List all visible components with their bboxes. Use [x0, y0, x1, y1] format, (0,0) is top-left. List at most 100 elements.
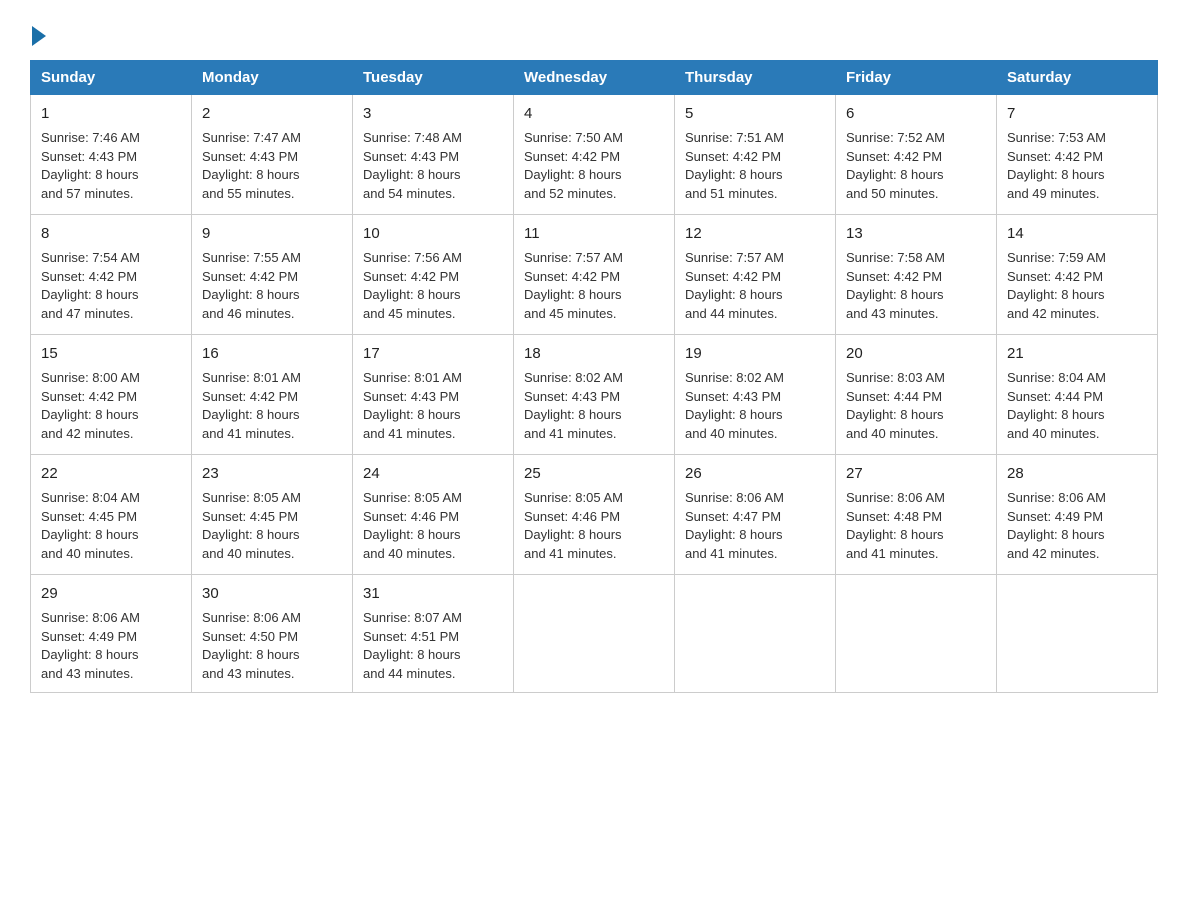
calendar-cell: 10 Sunrise: 7:56 AMSunset: 4:42 PMDaylig…	[353, 215, 514, 335]
calendar-cell: 4 Sunrise: 7:50 AMSunset: 4:42 PMDayligh…	[514, 95, 675, 215]
day-info: Sunrise: 8:02 AMSunset: 4:43 PMDaylight:…	[685, 369, 825, 444]
calendar-week-row: 15 Sunrise: 8:00 AMSunset: 4:42 PMDaylig…	[31, 335, 1158, 455]
day-info: Sunrise: 7:52 AMSunset: 4:42 PMDaylight:…	[846, 129, 986, 204]
day-number: 7	[1007, 103, 1147, 125]
calendar-cell: 21 Sunrise: 8:04 AMSunset: 4:44 PMDaylig…	[997, 335, 1158, 455]
day-number: 18	[524, 343, 664, 365]
day-number: 8	[41, 223, 181, 245]
day-info: Sunrise: 7:57 AMSunset: 4:42 PMDaylight:…	[685, 249, 825, 324]
calendar-cell: 28 Sunrise: 8:06 AMSunset: 4:49 PMDaylig…	[997, 455, 1158, 575]
calendar-cell: 30 Sunrise: 8:06 AMSunset: 4:50 PMDaylig…	[192, 575, 353, 693]
calendar-cell: 11 Sunrise: 7:57 AMSunset: 4:42 PMDaylig…	[514, 215, 675, 335]
calendar-cell: 20 Sunrise: 8:03 AMSunset: 4:44 PMDaylig…	[836, 335, 997, 455]
calendar-cell: 19 Sunrise: 8:02 AMSunset: 4:43 PMDaylig…	[675, 335, 836, 455]
day-number: 15	[41, 343, 181, 365]
day-number: 31	[363, 583, 503, 605]
calendar-cell: 15 Sunrise: 8:00 AMSunset: 4:42 PMDaylig…	[31, 335, 192, 455]
day-info: Sunrise: 8:05 AMSunset: 4:46 PMDaylight:…	[524, 489, 664, 564]
day-info: Sunrise: 7:51 AMSunset: 4:42 PMDaylight:…	[685, 129, 825, 204]
day-number: 23	[202, 463, 342, 485]
calendar-week-row: 1 Sunrise: 7:46 AMSunset: 4:43 PMDayligh…	[31, 95, 1158, 215]
day-number: 26	[685, 463, 825, 485]
day-info: Sunrise: 7:48 AMSunset: 4:43 PMDaylight:…	[363, 129, 503, 204]
day-info: Sunrise: 8:06 AMSunset: 4:48 PMDaylight:…	[846, 489, 986, 564]
day-number: 25	[524, 463, 664, 485]
calendar-cell	[836, 575, 997, 693]
day-info: Sunrise: 8:04 AMSunset: 4:44 PMDaylight:…	[1007, 369, 1147, 444]
day-number: 17	[363, 343, 503, 365]
calendar-cell: 27 Sunrise: 8:06 AMSunset: 4:48 PMDaylig…	[836, 455, 997, 575]
day-number: 24	[363, 463, 503, 485]
day-info: Sunrise: 7:57 AMSunset: 4:42 PMDaylight:…	[524, 249, 664, 324]
calendar-cell	[514, 575, 675, 693]
day-info: Sunrise: 7:58 AMSunset: 4:42 PMDaylight:…	[846, 249, 986, 324]
day-info: Sunrise: 8:01 AMSunset: 4:42 PMDaylight:…	[202, 369, 342, 444]
calendar-week-row: 29 Sunrise: 8:06 AMSunset: 4:49 PMDaylig…	[31, 575, 1158, 693]
calendar-cell: 12 Sunrise: 7:57 AMSunset: 4:42 PMDaylig…	[675, 215, 836, 335]
day-number: 28	[1007, 463, 1147, 485]
calendar-cell: 2 Sunrise: 7:47 AMSunset: 4:43 PMDayligh…	[192, 95, 353, 215]
day-number: 30	[202, 583, 342, 605]
day-number: 11	[524, 223, 664, 245]
day-info: Sunrise: 7:59 AMSunset: 4:42 PMDaylight:…	[1007, 249, 1147, 324]
calendar-cell: 17 Sunrise: 8:01 AMSunset: 4:43 PMDaylig…	[353, 335, 514, 455]
calendar-cell: 18 Sunrise: 8:02 AMSunset: 4:43 PMDaylig…	[514, 335, 675, 455]
day-info: Sunrise: 8:06 AMSunset: 4:50 PMDaylight:…	[202, 609, 342, 684]
day-info: Sunrise: 8:03 AMSunset: 4:44 PMDaylight:…	[846, 369, 986, 444]
calendar-cell	[675, 575, 836, 693]
day-number: 10	[363, 223, 503, 245]
calendar-cell: 31 Sunrise: 8:07 AMSunset: 4:51 PMDaylig…	[353, 575, 514, 693]
day-number: 27	[846, 463, 986, 485]
day-number: 3	[363, 103, 503, 125]
day-number: 19	[685, 343, 825, 365]
calendar-table: SundayMondayTuesdayWednesdayThursdayFrid…	[30, 60, 1158, 693]
calendar-cell: 1 Sunrise: 7:46 AMSunset: 4:43 PMDayligh…	[31, 95, 192, 215]
column-header-monday: Monday	[192, 61, 353, 95]
day-info: Sunrise: 8:06 AMSunset: 4:49 PMDaylight:…	[41, 609, 181, 684]
day-info: Sunrise: 7:54 AMSunset: 4:42 PMDaylight:…	[41, 249, 181, 324]
day-number: 13	[846, 223, 986, 245]
column-header-wednesday: Wednesday	[514, 61, 675, 95]
page: SundayMondayTuesdayWednesdayThursdayFrid…	[0, 0, 1188, 723]
calendar-week-row: 8 Sunrise: 7:54 AMSunset: 4:42 PMDayligh…	[31, 215, 1158, 335]
day-info: Sunrise: 8:06 AMSunset: 4:49 PMDaylight:…	[1007, 489, 1147, 564]
calendar-cell: 8 Sunrise: 7:54 AMSunset: 4:42 PMDayligh…	[31, 215, 192, 335]
column-header-tuesday: Tuesday	[353, 61, 514, 95]
day-info: Sunrise: 8:01 AMSunset: 4:43 PMDaylight:…	[363, 369, 503, 444]
column-header-saturday: Saturday	[997, 61, 1158, 95]
calendar-cell: 14 Sunrise: 7:59 AMSunset: 4:42 PMDaylig…	[997, 215, 1158, 335]
calendar-cell: 7 Sunrise: 7:53 AMSunset: 4:42 PMDayligh…	[997, 95, 1158, 215]
day-info: Sunrise: 7:46 AMSunset: 4:43 PMDaylight:…	[41, 129, 181, 204]
day-info: Sunrise: 8:05 AMSunset: 4:46 PMDaylight:…	[363, 489, 503, 564]
calendar-cell: 29 Sunrise: 8:06 AMSunset: 4:49 PMDaylig…	[31, 575, 192, 693]
day-info: Sunrise: 8:06 AMSunset: 4:47 PMDaylight:…	[685, 489, 825, 564]
calendar-header-row: SundayMondayTuesdayWednesdayThursdayFrid…	[31, 61, 1158, 95]
calendar-cell: 13 Sunrise: 7:58 AMSunset: 4:42 PMDaylig…	[836, 215, 997, 335]
day-info: Sunrise: 7:56 AMSunset: 4:42 PMDaylight:…	[363, 249, 503, 324]
day-info: Sunrise: 8:04 AMSunset: 4:45 PMDaylight:…	[41, 489, 181, 564]
day-number: 1	[41, 103, 181, 125]
day-info: Sunrise: 7:47 AMSunset: 4:43 PMDaylight:…	[202, 129, 342, 204]
day-number: 12	[685, 223, 825, 245]
day-info: Sunrise: 7:53 AMSunset: 4:42 PMDaylight:…	[1007, 129, 1147, 204]
calendar-cell: 23 Sunrise: 8:05 AMSunset: 4:45 PMDaylig…	[192, 455, 353, 575]
day-number: 22	[41, 463, 181, 485]
day-number: 14	[1007, 223, 1147, 245]
calendar-cell: 24 Sunrise: 8:05 AMSunset: 4:46 PMDaylig…	[353, 455, 514, 575]
column-header-sunday: Sunday	[31, 61, 192, 95]
calendar-cell: 26 Sunrise: 8:06 AMSunset: 4:47 PMDaylig…	[675, 455, 836, 575]
day-number: 20	[846, 343, 986, 365]
logo	[30, 20, 46, 42]
day-number: 2	[202, 103, 342, 125]
calendar-cell: 5 Sunrise: 7:51 AMSunset: 4:42 PMDayligh…	[675, 95, 836, 215]
column-header-friday: Friday	[836, 61, 997, 95]
calendar-cell: 3 Sunrise: 7:48 AMSunset: 4:43 PMDayligh…	[353, 95, 514, 215]
logo-top	[30, 20, 46, 46]
day-info: Sunrise: 8:02 AMSunset: 4:43 PMDaylight:…	[524, 369, 664, 444]
day-info: Sunrise: 8:00 AMSunset: 4:42 PMDaylight:…	[41, 369, 181, 444]
calendar-cell: 22 Sunrise: 8:04 AMSunset: 4:45 PMDaylig…	[31, 455, 192, 575]
column-header-thursday: Thursday	[675, 61, 836, 95]
calendar-week-row: 22 Sunrise: 8:04 AMSunset: 4:45 PMDaylig…	[31, 455, 1158, 575]
header	[30, 20, 1158, 42]
day-number: 16	[202, 343, 342, 365]
